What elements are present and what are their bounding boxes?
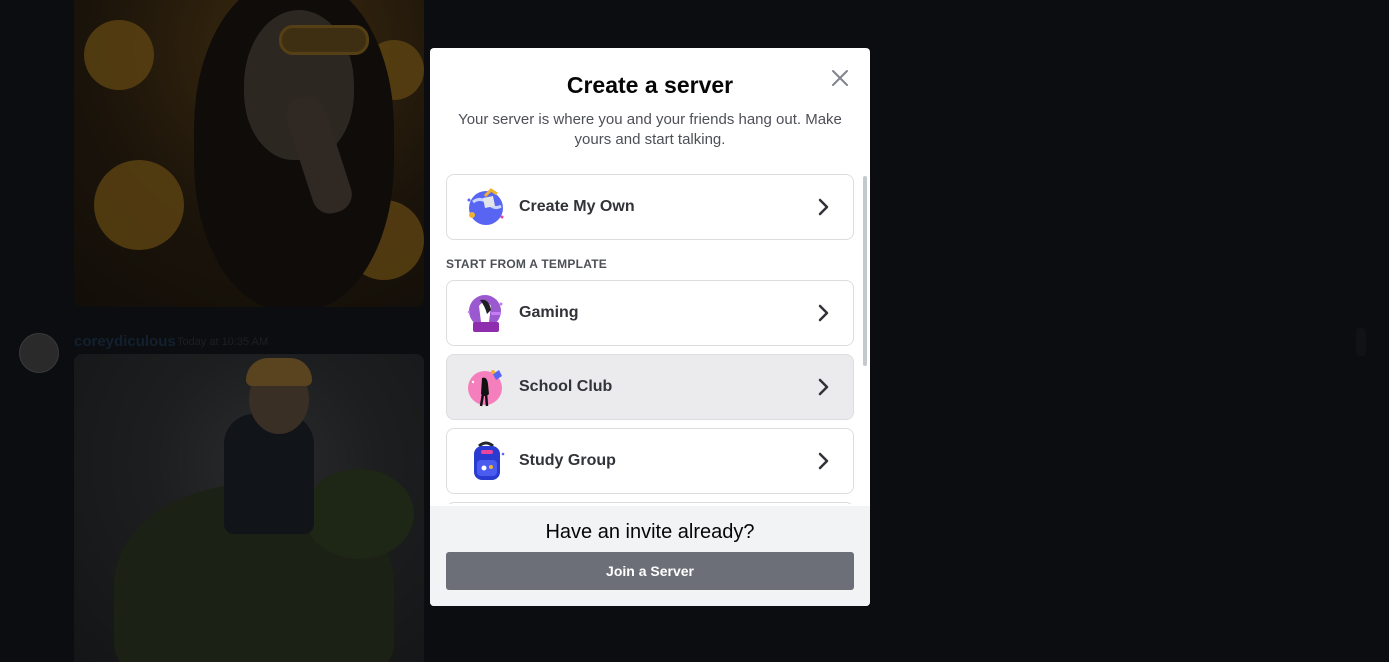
message-username[interactable]: coreydiculous <box>74 333 176 350</box>
create-server-modal: Create a server Your server is where you… <box>430 48 870 606</box>
chevron-right-icon <box>818 304 829 322</box>
template-gaming-button[interactable]: Gaming <box>446 280 854 346</box>
message-timestamp: Today at 10:35 AM <box>177 336 269 348</box>
hair-shape <box>246 358 312 386</box>
template-school-club-label: School Club <box>519 378 613 395</box>
template-study-group-label: Study Group <box>519 452 616 469</box>
template-school-club-button[interactable]: School Club <box>446 354 854 420</box>
school-club-icon <box>465 366 507 408</box>
create-my-own-label: Create My Own <box>519 198 635 215</box>
gaming-icon <box>465 292 507 334</box>
message-image-turtle[interactable] <box>74 354 424 662</box>
template-next-button[interactable] <box>446 502 854 504</box>
chevron-right-icon <box>818 378 829 396</box>
join-server-button[interactable]: Join a Server <box>446 552 854 590</box>
chevron-right-icon <box>818 452 829 470</box>
create-my-own-button[interactable]: Create My Own <box>446 174 854 240</box>
options-scrollbar[interactable] <box>863 176 867 366</box>
modal-subtitle: Your server is where you and your friend… <box>458 111 842 148</box>
template-section-label: START FROM A TEMPLATE <box>446 257 608 271</box>
turtle-head-shape <box>304 469 414 559</box>
template-gaming-label: Gaming <box>519 304 579 321</box>
message-image-woman[interactable] <box>74 0 424 307</box>
chat-scroll-indicator <box>1356 328 1366 356</box>
server-options-list[interactable]: Create My Own START FROM A TEMPLATE Gami… <box>446 174 854 504</box>
backpack-icon <box>465 440 507 482</box>
chevron-right-icon <box>818 198 829 216</box>
modal-title: Create a server <box>566 72 734 98</box>
sunglasses-shape <box>279 25 369 55</box>
flower-shape <box>94 160 184 250</box>
invite-heading: Have an invite already? <box>545 521 755 543</box>
modal-footer: Have an invite already? Join a Server <box>430 506 870 606</box>
flower-shape <box>84 20 154 90</box>
globe-flag-icon <box>465 186 507 228</box>
template-study-group-button[interactable]: Study Group <box>446 428 854 494</box>
avatar[interactable] <box>19 333 59 373</box>
